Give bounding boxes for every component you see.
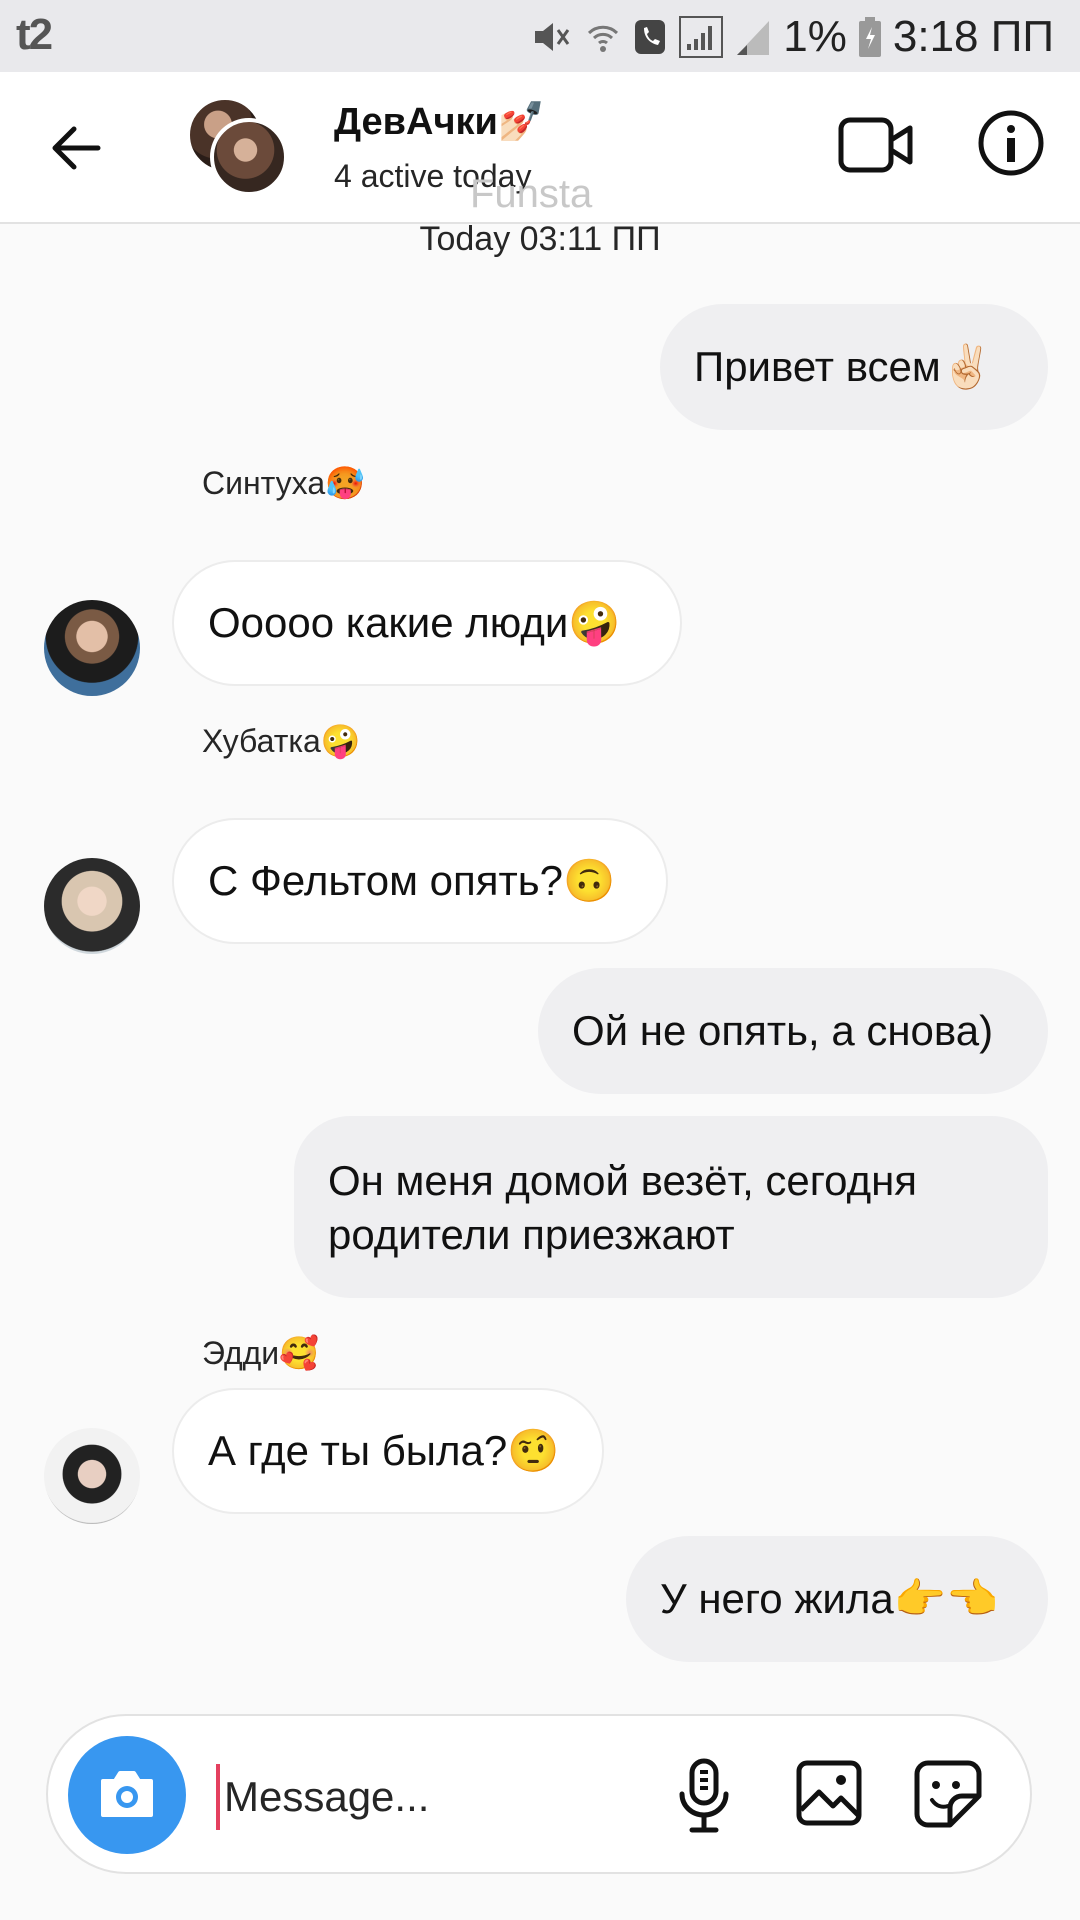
message-input[interactable]	[222, 1766, 646, 1828]
call-icon	[635, 20, 666, 54]
battery-percent: 1%	[783, 12, 847, 61]
message-text-line-1: Он меня домой везёт, сегодня	[328, 1157, 918, 1204]
camera-icon	[101, 1771, 153, 1817]
zany-face-emoji: 🤪	[568, 599, 621, 646]
sender-name: Хубатка🤪	[202, 722, 361, 760]
message-bubble-outgoing[interactable]: У него жила 👉👈	[626, 1536, 1048, 1662]
message-text: С Фельтом опять?	[208, 857, 563, 904]
sender-name-text: Эдди	[202, 1335, 280, 1371]
avatar[interactable]	[44, 1428, 140, 1524]
message-bubble-incoming[interactable]: Ооооо какие люди 🤪	[172, 560, 682, 686]
status-bar: t2 1% 3:18 ПП	[0, 0, 1080, 72]
message-bubble-outgoing[interactable]: Он меня домой везёт, сегодня родители пр…	[294, 1116, 1048, 1298]
clock: 3:18 ПП	[892, 12, 1054, 61]
carrier-label: t2	[16, 10, 53, 59]
pointing-fingers-emoji: 👉👈	[893, 1575, 999, 1622]
hot-face-emoji: 🥵	[325, 465, 365, 501]
back-arrow-icon[interactable]	[44, 116, 108, 180]
group-name-text: ДевАчки	[334, 101, 498, 143]
group-name[interactable]: ДевАчки💅🏻	[334, 100, 545, 144]
sender-name-text: Хубатка	[202, 723, 321, 759]
smiling-hearts-emoji: 🥰	[279, 1335, 319, 1371]
signal-icon	[679, 16, 724, 58]
message-text: А где ты была?	[208, 1427, 508, 1474]
chat-timestamp: Today 03:11 ПП	[419, 220, 661, 258]
message-text: Привет всем	[694, 343, 941, 390]
raised-eyebrow-emoji: 🤨	[507, 1427, 560, 1474]
victory-hand-emoji: ✌🏻	[940, 343, 994, 390]
message-text: У него жила	[660, 1575, 894, 1622]
microphone-icon[interactable]	[676, 1758, 732, 1834]
group-avatar[interactable]	[186, 96, 296, 196]
message-composer	[46, 1714, 1032, 1874]
sticker-icon[interactable]	[914, 1760, 982, 1828]
upside-down-face-emoji: 🙃	[563, 857, 616, 904]
zany-face-emoji: 🤪	[320, 723, 361, 759]
wifi-call-icon	[588, 25, 619, 52]
text-cursor	[216, 1764, 220, 1830]
battery-icon	[858, 17, 881, 57]
message-text-line-2: родители приезжают	[328, 1211, 735, 1258]
message-bubble-outgoing[interactable]: Ой не опять, а снова)	[538, 968, 1048, 1094]
avatar[interactable]	[44, 600, 140, 696]
watermark: Funsta	[470, 172, 593, 216]
avatar[interactable]	[44, 858, 140, 954]
mute-icon	[535, 23, 570, 51]
sender-name-text: Синтуха	[202, 465, 326, 501]
sender-name: Синтуха🥵	[202, 464, 365, 502]
message-text: Ой не опять, а снова)	[572, 1007, 994, 1054]
video-call-icon[interactable]	[838, 112, 914, 178]
message-bubble-incoming[interactable]: С Фельтом опять? 🙃	[172, 818, 668, 944]
sender-name: Эдди🥰	[202, 1334, 319, 1372]
status-icons: 1% 3:18 ПП	[531, 12, 1054, 62]
signal-weak-icon	[737, 21, 770, 55]
chat-header: ДевАчки💅🏻 4 active today Funsta	[0, 72, 1080, 224]
gallery-icon[interactable]	[796, 1760, 862, 1826]
group-avatar-photo-2	[210, 118, 288, 196]
message-text: Ооооо какие люди	[208, 599, 569, 646]
nail-polish-emoji: 💅🏻	[497, 101, 546, 143]
info-icon[interactable]	[976, 108, 1046, 178]
message-bubble-outgoing[interactable]: Привет всем ✌🏻	[660, 304, 1048, 430]
camera-button[interactable]	[68, 1736, 186, 1854]
message-bubble-incoming[interactable]: А где ты была? 🤨	[172, 1388, 604, 1514]
